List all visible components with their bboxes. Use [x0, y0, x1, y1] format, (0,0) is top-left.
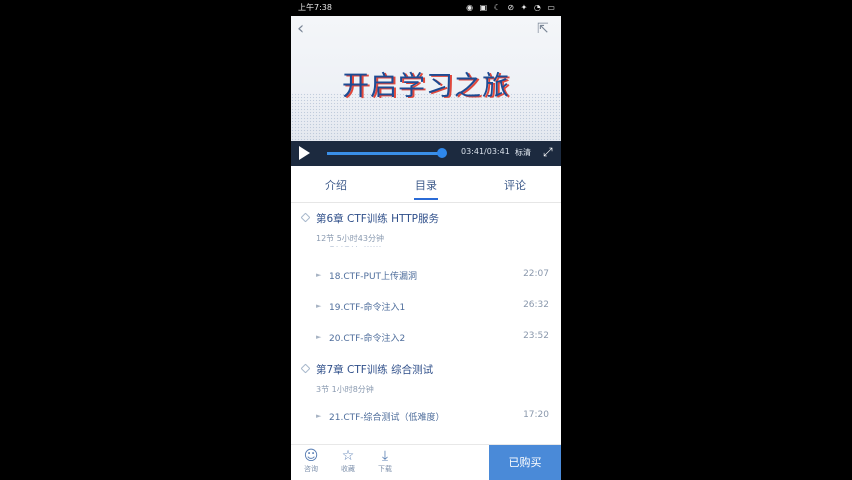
status-time: 上午7:38 [298, 3, 332, 12]
progress-handle[interactable] [436, 148, 447, 158]
download-icon: ⤓ [381, 448, 389, 464]
chapter-title[interactable]: 第7章 CTF训练 综合测试 [316, 362, 433, 377]
lesson-title: 18.CTF-PUT上传漏洞 [329, 272, 418, 282]
progress-fill [327, 152, 442, 155]
chapter-title[interactable]: 第6章 CTF训练 HTTP服务 [316, 211, 439, 226]
consult-button[interactable]: ☺ 咨询 [296, 448, 326, 474]
lesson-title: 19.CTF-命令注入1 [329, 303, 406, 313]
tab-intro[interactable]: 介绍 [325, 177, 347, 193]
lesson-duration: 22:07 [523, 269, 549, 279]
consult-label: 咨询 [304, 465, 318, 473]
status-bar: 上午7:38 ◉ ▣ ☾ ⊘ ✦ ◔ ▭ [291, 0, 561, 16]
video-lesson-icon: ► [316, 333, 322, 341]
purchased-button[interactable]: 已购买 [489, 445, 561, 480]
chat-icon: ☺ [303, 448, 319, 464]
bottom-action-bar: ☺ 咨询 ☆ 收藏 ⤓ 下载 已购买 [291, 444, 561, 480]
video-player[interactable]: 开启学习之旅 ‹ ⇱ [291, 16, 561, 141]
lesson-title: 20.CTF-命令注入2 [329, 334, 406, 344]
back-arrow-icon[interactable]: ‹ [297, 20, 315, 38]
lesson-title: 21.CTF-综合测试（低难度） [329, 413, 445, 423]
progress-track[interactable] [327, 152, 443, 155]
video-lesson-icon: ► [316, 302, 322, 310]
lesson-item[interactable]: ► 20.CTF-命令注入2 23:52 [316, 330, 551, 346]
chapter-meta: 3节 1小时8分钟 [316, 385, 374, 394]
fullscreen-icon[interactable]: ⤢ [543, 145, 553, 160]
chapter-bullet-icon [300, 363, 311, 374]
star-icon: ☆ [341, 448, 355, 464]
tab-comments[interactable]: 评论 [504, 177, 526, 193]
status-icons: ◉ ▣ ☾ ⊘ ✦ ◔ ▭ [466, 3, 557, 12]
time-label: 03:41/03:41 [461, 147, 510, 156]
player-controls: 03:41/03:41 标清 ⤢ [291, 141, 561, 166]
lesson-duration: 26:32 [523, 300, 549, 310]
tab-bar: 介绍 目录 评论 [291, 166, 561, 203]
chapter-meta: 12节 5小时43分钟 [316, 234, 384, 243]
quality-button[interactable]: 标清 [515, 147, 531, 158]
lesson-item[interactable]: ► 19.CTF-命令注入1 26:32 [316, 299, 551, 315]
active-tab-indicator [414, 198, 438, 200]
lesson-duration: 17:20 [523, 410, 549, 420]
video-lesson-icon: ► [316, 412, 322, 420]
favorite-label: 收藏 [341, 465, 355, 473]
lesson-duration: 23:52 [523, 331, 549, 341]
video-title: 开启学习之旅 [342, 71, 510, 102]
video-lesson-icon: ► [316, 271, 322, 279]
tab-catalog[interactable]: 目录 [415, 177, 437, 193]
favorite-button[interactable]: ☆ 收藏 [333, 448, 363, 474]
course-catalog: 第6章 CTF训练 HTTP服务 12节 5小时43分钟 17.CTF-…… ►… [291, 203, 561, 443]
play-icon[interactable] [299, 146, 310, 160]
chapter-bullet-icon [300, 212, 311, 223]
lesson-item[interactable]: ► 18.CTF-PUT上传漏洞 22:07 [316, 268, 551, 284]
phone-screen: 上午7:38 ◉ ▣ ☾ ⊘ ✦ ◔ ▭ 开启学习之旅 ‹ ⇱ 03:41/03… [291, 0, 561, 480]
download-label: 下载 [378, 465, 392, 473]
share-icon[interactable]: ⇱ [537, 20, 557, 38]
download-button[interactable]: ⤓ 下载 [370, 448, 400, 474]
lesson-item[interactable]: ► 21.CTF-综合测试（低难度） 17:20 [316, 409, 551, 425]
